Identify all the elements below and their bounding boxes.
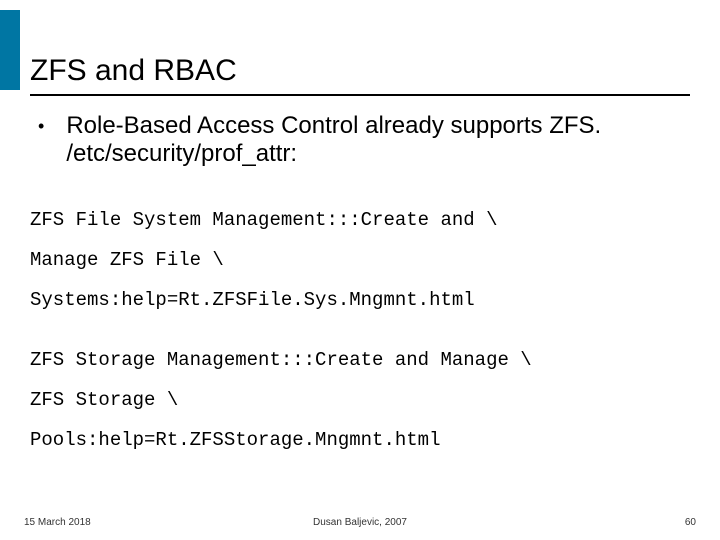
footer-author: Dusan Baljevic, 2007 (313, 517, 407, 528)
code-line: ZFS File System Management:::Create and … (30, 200, 690, 240)
code-block-storage: ZFS Storage Management:::Create and Mana… (30, 340, 690, 460)
code-line: Manage ZFS File \ (30, 240, 690, 280)
code-line: Systems:help=Rt.ZFSFile.Sys.Mngmnt.html (30, 280, 690, 320)
bullet-item: • Role-Based Access Control already supp… (38, 112, 678, 168)
title-underline (30, 94, 690, 96)
code-line: ZFS Storage \ (30, 380, 690, 420)
code-line: Pools:help=Rt.ZFSStorage.Mngmnt.html (30, 420, 690, 460)
slide-footer: 15 March 2018 Dusan Baljevic, 2007 60 (0, 517, 720, 528)
slide: ZFS and RBAC • Role-Based Access Control… (0, 0, 720, 540)
code-block-filesystem: ZFS File System Management:::Create and … (30, 200, 690, 320)
footer-date: 15 March 2018 (24, 517, 91, 528)
bullet-text: Role-Based Access Control already suppor… (66, 112, 678, 168)
slide-title: ZFS and RBAC (30, 54, 237, 88)
code-line: ZFS Storage Management:::Create and Mana… (30, 340, 690, 380)
footer-page-number: 60 (685, 517, 696, 528)
accent-bar (0, 10, 20, 90)
bullet-dot-icon: • (38, 112, 44, 140)
